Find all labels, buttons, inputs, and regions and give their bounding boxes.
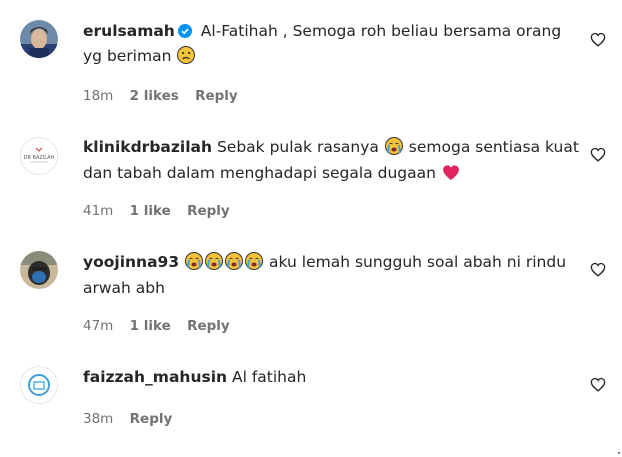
- reply-button[interactable]: Reply: [130, 411, 173, 427]
- timestamp: 47m: [83, 318, 114, 334]
- likes-count[interactable]: 1 like: [130, 318, 171, 334]
- username[interactable]: klinikdrbazilah: [83, 138, 212, 156]
- reply-button[interactable]: Reply: [195, 88, 238, 104]
- username[interactable]: faizzah_mahusin: [83, 368, 227, 386]
- comment-meta: 41m 1 like Reply: [83, 203, 242, 219]
- loudly-crying-face-emoji: [225, 252, 244, 277]
- comment-meta: 38m Reply: [83, 411, 184, 427]
- loudly-crying-face-emoji: [185, 252, 204, 277]
- heart-outline-icon[interactable]: [590, 377, 606, 392]
- comment-meta: 47m 1 like Reply: [83, 318, 242, 334]
- comment-text: faizzah_mahusin Al fatihah: [83, 366, 583, 389]
- reply-button[interactable]: Reply: [187, 318, 230, 334]
- avatar[interactable]: [20, 251, 58, 289]
- reply-button[interactable]: Reply: [187, 203, 230, 219]
- avatar[interactable]: [20, 20, 58, 58]
- verified-badge-icon: [177, 22, 192, 45]
- red-heart-emoji: [442, 164, 460, 188]
- comment-text: klinikdrbazilah Sebak pulak rasanya semo…: [83, 136, 583, 188]
- username[interactable]: yoojinna93: [83, 253, 179, 271]
- comment-body: Al fatihah: [232, 368, 307, 386]
- timestamp: 41m: [83, 203, 114, 219]
- heart-outline-icon[interactable]: [590, 147, 606, 162]
- scroll-indicator-dot: [618, 452, 620, 454]
- heart-outline-icon[interactable]: [590, 32, 606, 47]
- timestamp: 18m: [83, 88, 114, 104]
- loudly-crying-face-emoji: [245, 252, 264, 277]
- likes-count[interactable]: 1 like: [130, 203, 171, 219]
- comment-body: Sebak pulak rasanya: [216, 138, 379, 156]
- heart-outline-icon[interactable]: [590, 262, 606, 277]
- username[interactable]: erulsamah: [83, 22, 175, 40]
- comment-meta: 18m 2 likes Reply: [83, 88, 250, 104]
- comment-text: erulsamah Al-Fatihah , Semoga roh beliau…: [83, 20, 583, 71]
- frowning-face-emoji: [177, 46, 196, 71]
- avatar[interactable]: [20, 366, 58, 404]
- loudly-crying-face-emoji: [205, 252, 224, 277]
- avatar[interactable]: DR BAZILAH: [20, 137, 58, 175]
- likes-count[interactable]: 2 likes: [130, 88, 179, 104]
- avatar-logo-text: DR BAZILAH: [24, 155, 55, 161]
- loudly-crying-face-emoji: [384, 137, 403, 162]
- comment-text: yoojinna93 aku lemah sungguh soal abah n…: [83, 251, 583, 300]
- timestamp: 38m: [83, 411, 114, 427]
